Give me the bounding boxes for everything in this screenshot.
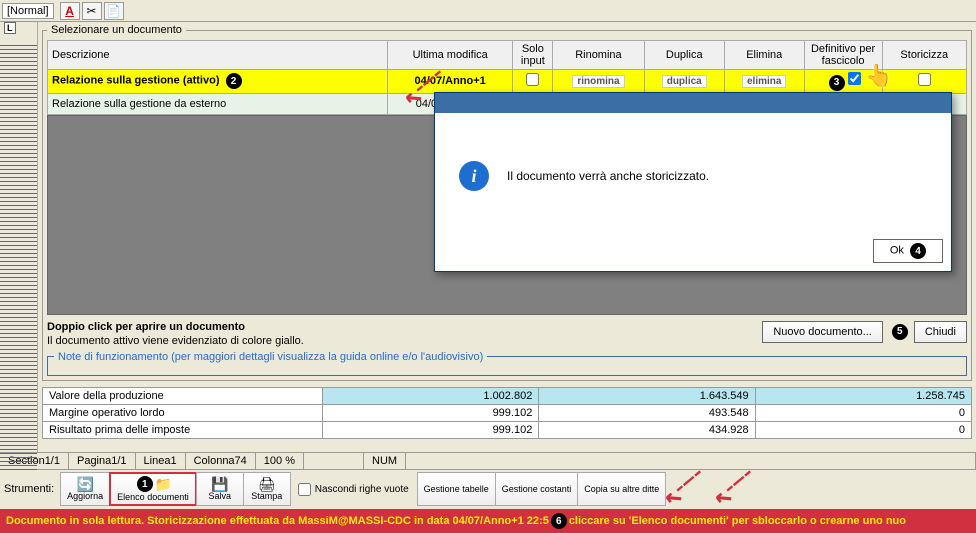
font-color-icon[interactable]: A [60,2,80,20]
ok-button[interactable]: Ok 4 [873,239,943,263]
stampa-button[interactable]: 🖨Stampa [243,472,291,506]
gestione-costanti-button[interactable]: Gestione costanti [495,472,579,506]
folder-icon: 📁 [155,477,172,491]
refresh-icon: 🔄 [76,477,93,491]
status-page: Pagina1/1 [69,453,136,469]
duplica-button-1[interactable]: duplica [662,75,707,88]
status-num: NUM [364,453,406,469]
style-selector[interactable]: [Normal] [2,3,54,19]
col-header-dup: Duplica [644,41,724,70]
gestione-tabelle-button[interactable]: Gestione tabelle [417,472,496,506]
info-sub: Il documento attivo viene evidenziato di… [47,335,304,347]
badge-6: 6 [551,513,567,529]
info-bold: Doppio click per aprire un documento [47,321,304,333]
col-header-stor: Storicizza [882,41,966,70]
badge-3: 3 [829,75,845,91]
aggiorna-button[interactable]: 🔄Aggiorna [60,472,110,506]
copy-icon[interactable]: 📄 [104,2,124,20]
col-header-desc: Descrizione [48,41,388,70]
storicizza-check-1[interactable] [918,73,931,86]
cut-icon[interactable]: ✂ [82,2,102,20]
data-row: Risultato prima delle imposte 999.102 43… [43,421,972,438]
nascondi-righe-toggle[interactable]: Nascondi righe vuote [290,483,417,496]
dialog-titlebar[interactable] [435,93,951,113]
readonly-warning-bar: Documento in sola lettura. Storicizzazio… [0,509,976,533]
col-header-solo: Solo input [513,41,553,70]
badge-1: 1 [137,476,153,492]
tools-label: Strumenti: [4,483,54,495]
panel-legend: Selezionare un documento [47,24,186,36]
salva-button[interactable]: 💾Salva [196,472,244,506]
chiudi-button[interactable]: Chiudi [914,321,967,343]
badge-2: 2 [226,73,242,89]
elimina-button-1[interactable]: elimina [742,75,786,88]
print-icon: 🖨 [258,477,276,491]
table-row-active[interactable]: Relazione sulla gestione (attivo) 2 04/0… [48,70,967,94]
copia-altre-ditte-button[interactable]: Copia su altre ditte [577,472,666,506]
col-header-el: Elimina [724,41,804,70]
badge-4: 4 [910,243,926,259]
cursor-hand-icon: 👆 [865,63,892,89]
save-icon: 💾 [211,477,228,491]
col-header-mod: Ultima modifica [388,41,513,70]
top-toolbar: [Normal] A ✂ 📄 [0,0,976,22]
solo-input-check-1[interactable] [526,73,539,86]
confirm-dialog: i Il documento verrà anche storicizzato.… [434,92,952,272]
vertical-ruler: L [0,22,38,452]
col-header-rin: Rinomina [553,41,644,70]
nascondi-checkbox[interactable] [298,483,311,496]
badge-5: 5 [892,324,908,340]
definitivo-check-1[interactable] [848,72,861,85]
tools-bar: Strumenti: 🔄Aggiorna 1📁Elenco documenti … [0,470,976,508]
financial-table: Valore della produzione 1.002.802 1.643.… [42,387,972,439]
elenco-documenti-button[interactable]: 1📁Elenco documenti [109,472,197,506]
status-zoom: 100 % [256,453,304,469]
data-row: Margine operativo lordo 999.102 493.548 … [43,404,972,421]
status-linea: Linea1 [136,453,186,469]
nuovo-documento-button[interactable]: Nuovo documento... [762,321,882,343]
status-bar: Section1/1 Pagina1/1 Linea1 Colonna74 10… [0,452,976,470]
info-icon: i [459,161,489,191]
dialog-message: Il documento verrà anche storicizzato. [507,169,709,183]
status-col: Colonna74 [186,453,256,469]
data-row: Valore della produzione 1.002.802 1.643.… [43,387,972,404]
note-fieldset: Note di funzionamento (per maggiori dett… [47,351,967,376]
rinomina-button-1[interactable]: rinomina [572,75,624,88]
note-legend: Note di funzionamento (per maggiori dett… [54,351,487,363]
